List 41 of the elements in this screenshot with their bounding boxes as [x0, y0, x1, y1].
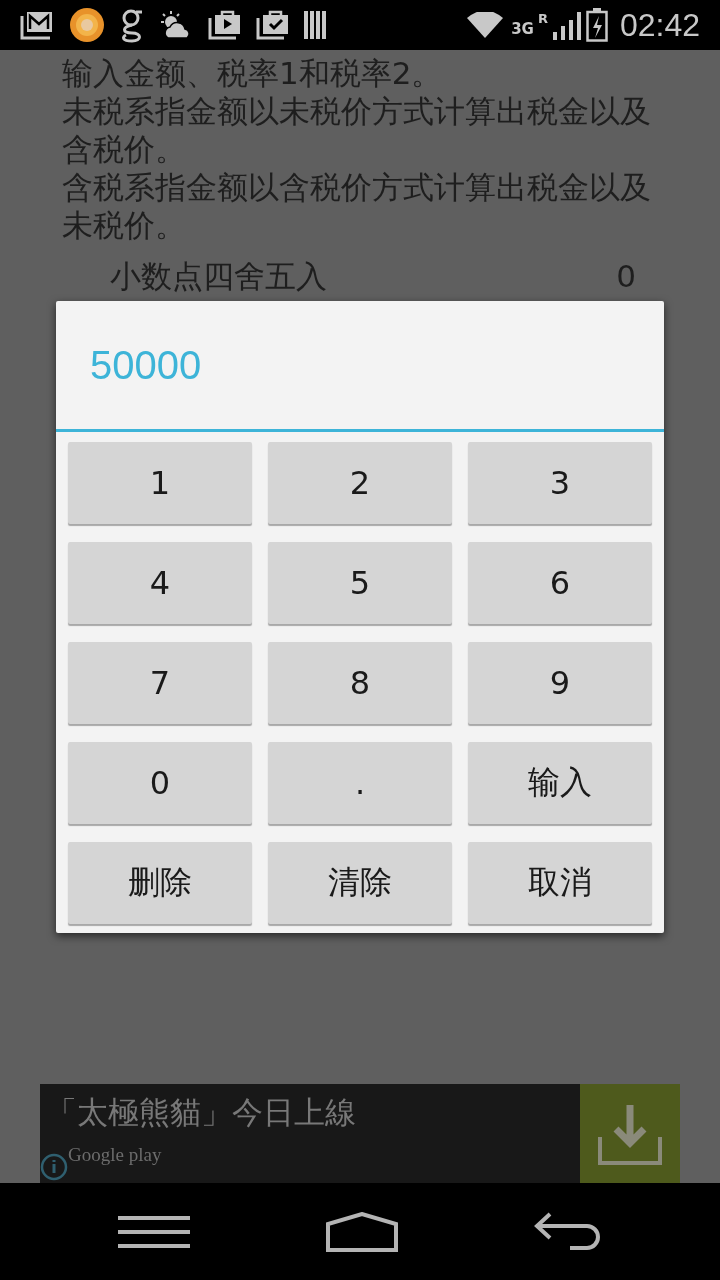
info-icon[interactable]	[40, 1153, 68, 1181]
mail-icon	[20, 10, 54, 40]
keypad-key[interactable]: 5	[268, 542, 452, 624]
letter-g-icon	[120, 7, 144, 43]
signal-icon	[551, 10, 582, 40]
keypad-key[interactable]: 1	[68, 442, 252, 524]
keypad-key[interactable]: 4	[68, 542, 252, 624]
check-bag-icon	[256, 10, 290, 40]
clock-time: 02:42	[619, 6, 700, 44]
home-icon[interactable]	[326, 1211, 398, 1252]
back-icon[interactable]	[534, 1211, 602, 1252]
network-type-label: 3G	[511, 19, 534, 38]
amount-display: 50000	[90, 342, 202, 388]
download-icon	[598, 1102, 662, 1165]
keypad-key[interactable]: 0	[68, 742, 252, 824]
keypad-key[interactable]: .	[268, 742, 452, 824]
battery-icon	[585, 8, 608, 42]
keypad-key[interactable]: 8	[268, 642, 452, 724]
keypad-key[interactable]: 2	[268, 442, 452, 524]
store-logo-text: Google play	[68, 1144, 163, 1166]
setting-label: 小数点四舍五入	[110, 257, 327, 296]
wifi-icon	[467, 12, 504, 38]
keypad-key[interactable]: 输入	[468, 742, 652, 824]
play-bag-icon	[208, 10, 242, 40]
keypad-key[interactable]: 7	[68, 642, 252, 724]
keypad-key[interactable]: 取消	[468, 842, 652, 924]
sun-badge-icon	[68, 6, 106, 44]
instruction-text: 输入金额、税率1和税率2。	[62, 54, 444, 92]
roaming-label: R	[537, 10, 548, 26]
keypad-key[interactable]: 清除	[268, 842, 452, 924]
ad-banner[interactable]: 「太極熊貓」今日上線 Google play	[40, 1084, 680, 1183]
bars-icon	[304, 10, 328, 40]
instruction-text: 未税系指金额以未税价方式计算出税金以及含税价。	[62, 92, 652, 168]
instruction-text: 含税系指金额以含税价方式计算出税金以及未税价。	[62, 168, 652, 244]
keypad-key[interactable]: 3	[468, 442, 652, 524]
ad-headline: 「太極熊貓」今日上線	[45, 1093, 357, 1132]
menu-icon[interactable]	[118, 1215, 190, 1248]
keypad-key[interactable]: 删除	[68, 842, 252, 924]
setting-value: 0	[616, 257, 636, 296]
keypad-key[interactable]: 6	[468, 542, 652, 624]
keypad-key[interactable]: 9	[468, 642, 652, 724]
